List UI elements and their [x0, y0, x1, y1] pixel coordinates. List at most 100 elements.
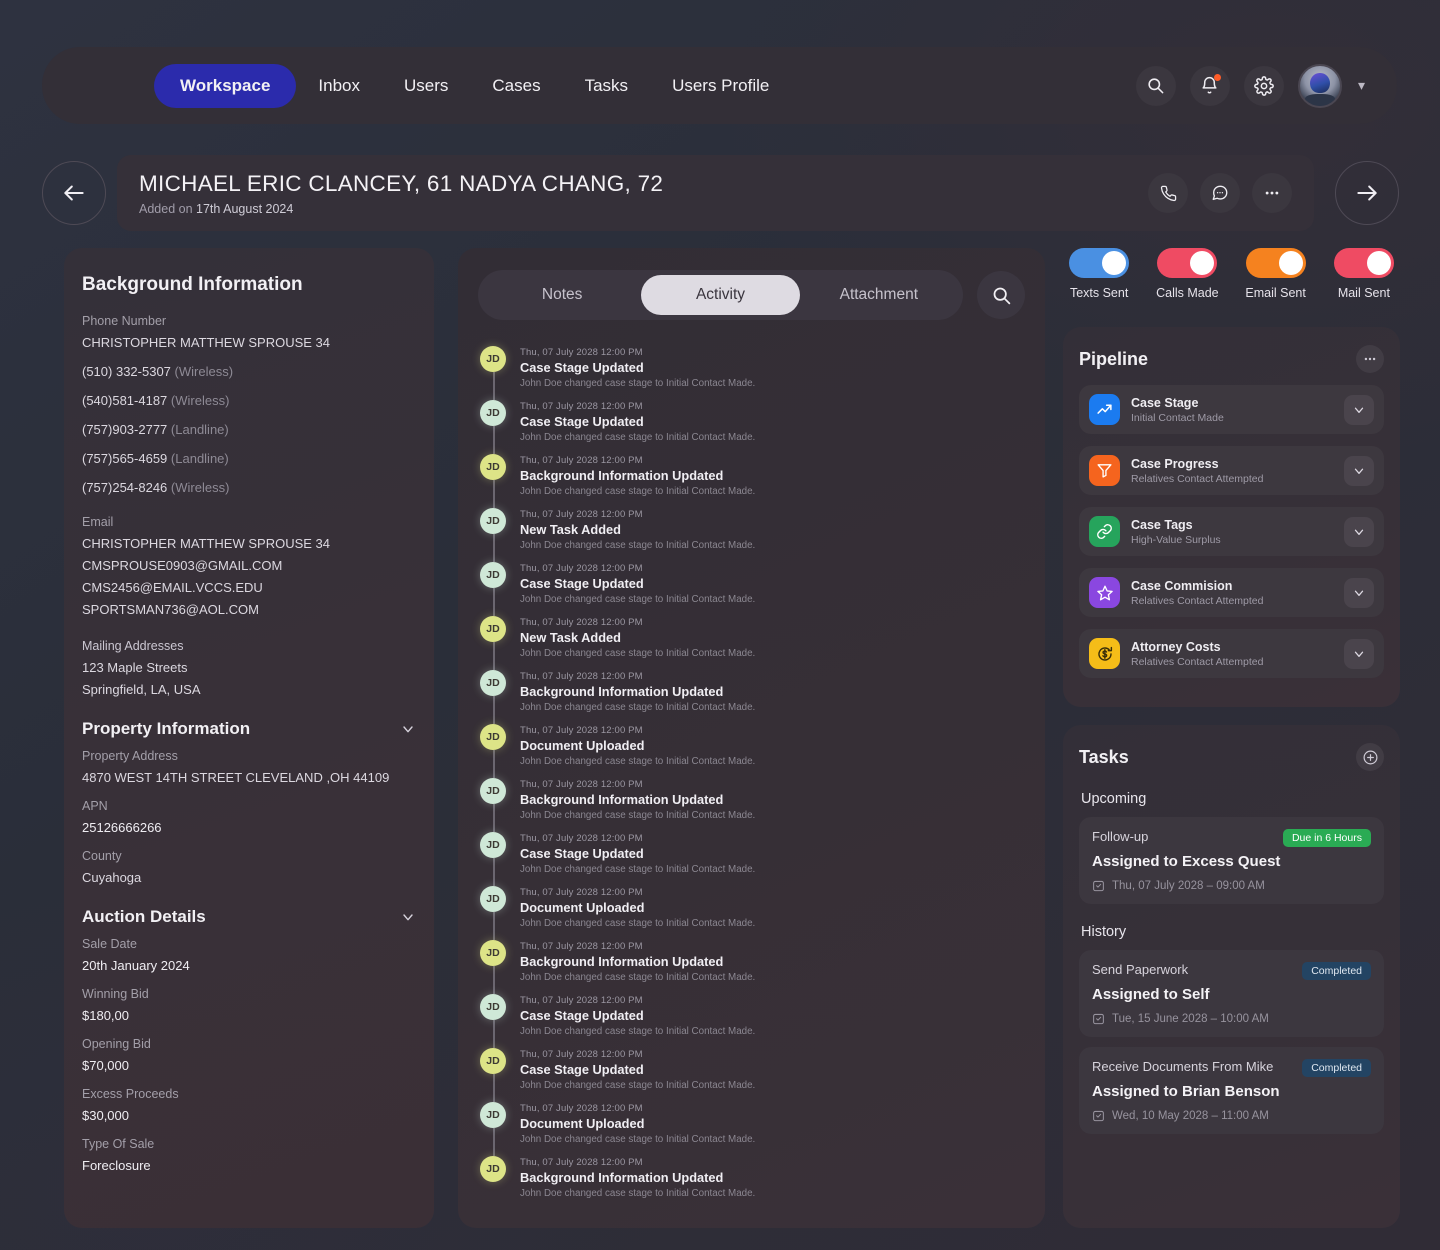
chevron-down-icon[interactable]: [1344, 577, 1374, 608]
task-kind: Follow-up: [1092, 829, 1149, 844]
timeline-item[interactable]: JD Thu, 07 July 2028 12:00 PM Case Stage…: [480, 400, 1025, 454]
chevron-down-icon[interactable]: [400, 721, 416, 737]
activity-tabs-row: Notes Activity Attachment: [458, 270, 1045, 320]
avatar[interactable]: [1297, 63, 1342, 108]
nav-item-workspace[interactable]: Workspace: [154, 63, 297, 108]
back-button[interactable]: [42, 161, 106, 225]
timeline-item[interactable]: JD Thu, 07 July 2028 12:00 PM Case Stage…: [480, 832, 1025, 886]
toggle-knob: [1190, 251, 1215, 275]
timeline-description: John Doe changed case stage to Initial C…: [520, 810, 756, 821]
nav-item-users[interactable]: Users: [382, 65, 470, 107]
avatar: JD: [480, 724, 506, 750]
pipeline-row-name: Case Stage: [1131, 395, 1199, 410]
next-button[interactable]: [1335, 161, 1399, 225]
toggle-texts-sent[interactable]: [1069, 248, 1130, 278]
timeline-item[interactable]: JD Thu, 07 July 2028 12:00 PM New Task A…: [480, 508, 1025, 562]
timeline-item[interactable]: JD Thu, 07 July 2028 12:00 PM Background…: [480, 778, 1025, 832]
timeline-rail: JD: [480, 832, 508, 886]
timeline-timestamp: Thu, 07 July 2028 12:00 PM: [520, 833, 643, 844]
phone-icon-button[interactable]: [1148, 173, 1188, 213]
nav-item-tasks[interactable]: Tasks: [563, 65, 650, 107]
avatar: JD: [480, 508, 506, 534]
avatar: JD: [480, 994, 506, 1020]
tab-notes[interactable]: Notes: [483, 275, 641, 315]
timeline-description: John Doe changed case stage to Initial C…: [520, 648, 756, 659]
phone-kind: (Landline): [170, 422, 229, 437]
trend-up-icon: [1089, 394, 1120, 425]
property-address-label: Property Address: [82, 749, 178, 763]
timeline-connector: [493, 1128, 495, 1156]
timeline-description: John Doe changed case stage to Initial C…: [520, 1026, 756, 1037]
pipeline-row-sub: Relatives Contact Attempted: [1131, 594, 1264, 607]
pipeline-row[interactable]: Case Commision Relatives Contact Attempt…: [1079, 568, 1384, 617]
background-info-title: Background Information: [82, 274, 303, 295]
auction-details-title: Auction Details: [82, 907, 206, 926]
notifications-bell-button[interactable]: [1189, 65, 1230, 106]
plus-circle-icon-button[interactable]: [1356, 743, 1384, 771]
chevron-down-icon[interactable]: [400, 909, 416, 925]
avatar: JD: [480, 940, 506, 966]
pipeline-row-text: Case Stage Initial Contact Made: [1131, 396, 1224, 424]
timeline-timestamp: Thu, 07 July 2028 12:00 PM: [520, 941, 643, 952]
task-card[interactable]: Send Paperwork Completed Assigned to Sel…: [1079, 950, 1384, 1037]
timeline-item[interactable]: JD Thu, 07 July 2028 12:00 PM Background…: [480, 1156, 1025, 1199]
chat-icon-button[interactable]: [1200, 173, 1240, 213]
timeline-item[interactable]: JD Thu, 07 July 2028 12:00 PM Document U…: [480, 886, 1025, 940]
toggle-calls-made[interactable]: [1157, 248, 1218, 278]
phone-number: (510) 332-5307: [82, 364, 171, 379]
timeline-item[interactable]: JD Thu, 07 July 2028 12:00 PM Background…: [480, 670, 1025, 724]
calendar-check-icon: [1093, 1013, 1104, 1025]
timeline-item[interactable]: JD Thu, 07 July 2028 12:00 PM Document U…: [480, 724, 1025, 778]
timeline-item[interactable]: JD Thu, 07 July 2028 12:00 PM Document U…: [480, 1102, 1025, 1156]
activity-search-button[interactable]: [977, 271, 1025, 319]
more-icon-button[interactable]: [1252, 173, 1292, 213]
toggle-email-sent[interactable]: [1245, 248, 1306, 278]
pipeline-row[interactable]: Case Progress Relatives Contact Attempte…: [1079, 446, 1384, 495]
more-icon-button[interactable]: [1356, 345, 1384, 373]
timeline-item[interactable]: JD Thu, 07 July 2028 12:00 PM Case Stage…: [480, 346, 1025, 400]
toggle-mail-sent[interactable]: [1333, 248, 1394, 278]
timeline-item[interactable]: JD Thu, 07 July 2028 12:00 PM New Task A…: [480, 616, 1025, 670]
case-action-buttons: [1148, 173, 1292, 213]
page-title: MICHAEL ERIC CLANCEY, 61 NADYA CHANG, 72: [139, 170, 664, 196]
task-assignee: Assigned to Excess Quest: [1092, 853, 1281, 870]
timeline-body: Thu, 07 July 2028 12:00 PM Background In…: [520, 670, 755, 713]
timeline-item[interactable]: JD Thu, 07 July 2028 12:00 PM Background…: [480, 940, 1025, 994]
email-list: CMSPROUSE0903@GMAIL.COM CMS2456@EMAIL.VCC…: [82, 558, 416, 617]
status-badge: Completed: [1302, 1059, 1371, 1077]
chevron-down-icon[interactable]: [1344, 394, 1374, 425]
email-label: Email: [82, 515, 114, 529]
timeline-item[interactable]: JD Thu, 07 July 2028 12:00 PM Case Stage…: [480, 1048, 1025, 1102]
search-icon-button[interactable]: [1135, 65, 1176, 106]
task-card[interactable]: Follow-up Due in 6 Hours Assigned to Exc…: [1079, 817, 1384, 904]
timeline-item[interactable]: JD Thu, 07 July 2028 12:00 PM Case Stage…: [480, 994, 1025, 1048]
gear-icon-button[interactable]: [1243, 65, 1284, 106]
tab-activity[interactable]: Activity: [641, 275, 800, 315]
auction-details-header[interactable]: Auction Details: [82, 907, 416, 927]
avatar-initials: JD: [486, 839, 500, 851]
timeline-item[interactable]: JD Thu, 07 July 2028 12:00 PM Background…: [480, 454, 1025, 508]
chevron-down-icon[interactable]: ▾: [1358, 77, 1365, 94]
chevron-down-icon[interactable]: [1344, 638, 1374, 669]
pipeline-row[interactable]: Case Tags High-Value Surplus: [1079, 507, 1384, 556]
notification-dot: [1213, 73, 1221, 81]
added-on-date: 17th August 2024: [196, 201, 294, 216]
timeline-timestamp: Thu, 07 July 2028 12:00 PM: [520, 401, 643, 412]
timeline-timestamp: Thu, 07 July 2028 12:00 PM: [520, 887, 643, 898]
task-card[interactable]: Receive Documents From Mike Completed As…: [1079, 1047, 1384, 1134]
chevron-down-icon[interactable]: [1344, 516, 1374, 547]
tab-attachment[interactable]: Attachment: [800, 275, 958, 315]
opening-bid-value: $70,000: [82, 1058, 129, 1073]
chevron-down-icon[interactable]: [1344, 455, 1374, 486]
pipeline-row[interactable]: Case Stage Initial Contact Made: [1079, 385, 1384, 434]
timeline-item[interactable]: JD Thu, 07 July 2028 12:00 PM Case Stage…: [480, 562, 1025, 616]
avatar-initials: JD: [486, 515, 500, 527]
toggle-cell: Mail Sent: [1328, 248, 1400, 300]
phone-row: (757)903-2777 (Landline): [82, 422, 416, 437]
pipeline-row[interactable]: Attorney Costs Relatives Contact Attempt…: [1079, 629, 1384, 678]
property-information-header[interactable]: Property Information: [82, 719, 416, 739]
avatar-initials: JD: [486, 461, 500, 473]
nav-item-cases[interactable]: Cases: [470, 65, 562, 107]
nav-item-inbox[interactable]: Inbox: [296, 65, 382, 107]
nav-item-users-profile[interactable]: Users Profile: [650, 65, 791, 107]
